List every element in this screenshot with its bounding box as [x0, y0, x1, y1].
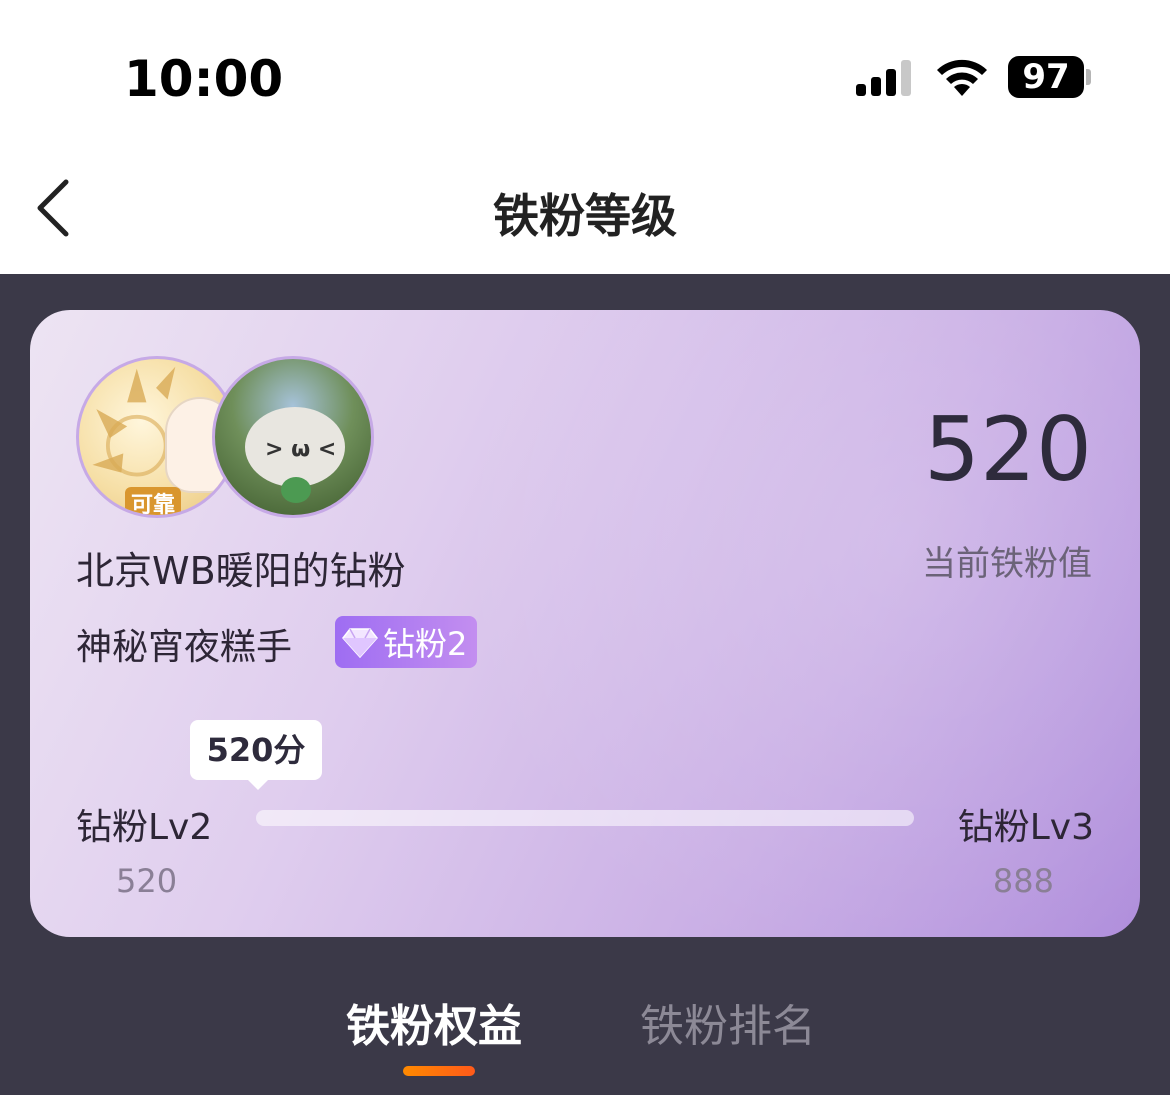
battery-cap: [1086, 69, 1091, 85]
current-level-label: 钻粉Lv2: [76, 807, 213, 848]
tab-bar: 铁粉权益 铁粉排名: [0, 984, 1170, 1094]
tab-fan-ranking[interactable]: 铁粉排名: [640, 990, 816, 1054]
fan-score-label: 当前铁粉值: [922, 544, 1092, 584]
page-title: 铁粉等级: [493, 189, 677, 243]
tooltip-arrow: [248, 780, 268, 790]
leaf-icon: [281, 477, 311, 503]
fan-score-value: 520: [924, 398, 1092, 501]
score-tooltip: 520分: [190, 720, 322, 780]
level-max-value: 888: [992, 862, 1054, 900]
next-level-label: 钻粉Lv3: [957, 807, 1094, 848]
fan-level-card: 可靠 > ω < 北京WB暖阳的钻粉 神秘宵夜糕手 钻粉2 520 当前铁粉值 …: [30, 310, 1140, 937]
wifi-icon: [937, 59, 987, 96]
diamond-icon: [342, 628, 378, 659]
fan-title: 神秘宵夜糕手: [76, 627, 293, 668]
status-time: 10:00: [124, 50, 284, 108]
main-content: 可靠 > ω < 北京WB暖阳的钻粉 神秘宵夜糕手 钻粉2 520 当前铁粉值 …: [0, 274, 1170, 1095]
nav-bar: 铁粉等级: [0, 150, 1170, 274]
avatar-tag: 可靠: [125, 487, 182, 515]
cat-face: > ω <: [265, 437, 337, 462]
level-progress-bar: [256, 810, 914, 826]
status-bar: 10:00 97: [0, 0, 1170, 150]
level-badge: 钻粉2: [335, 616, 478, 668]
tab-fan-benefits[interactable]: 铁粉权益: [346, 990, 522, 1054]
badge-label: 钻粉2: [383, 625, 468, 663]
active-tab-indicator: [403, 1066, 475, 1076]
avatar-creator[interactable]: > ω <: [212, 356, 374, 518]
level-min-value: 520: [116, 862, 178, 900]
signal-icon: [856, 60, 911, 96]
username: 北京WB暖阳的钻粉: [76, 549, 406, 593]
battery-icon: 97: [1008, 56, 1084, 98]
